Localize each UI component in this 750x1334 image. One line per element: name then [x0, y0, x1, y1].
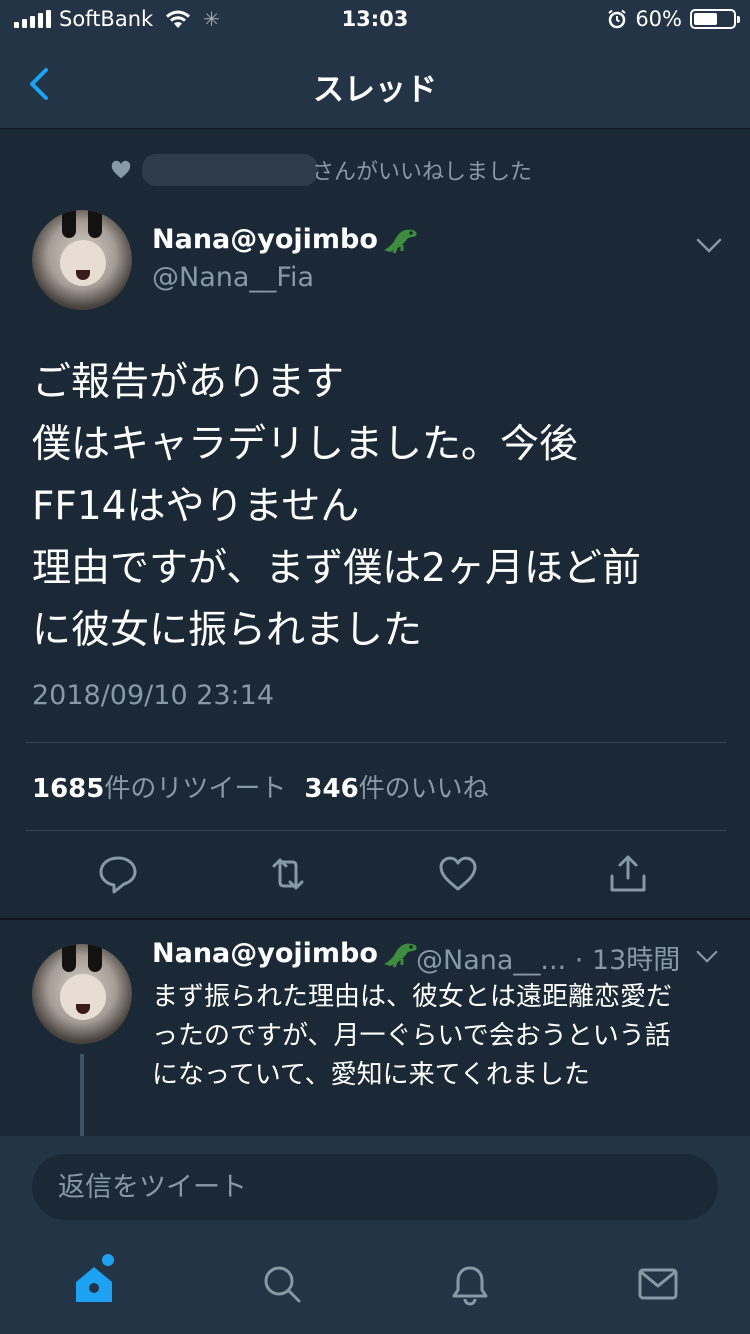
section-separator: [0, 918, 750, 920]
status-bar: SoftBank ✳ 13:03 60%: [0, 0, 750, 40]
chevron-down-icon[interactable]: [696, 238, 722, 254]
home-icon[interactable]: [72, 1262, 116, 1306]
tweet-actions: [0, 846, 750, 906]
search-icon[interactable]: [260, 1262, 304, 1306]
chevron-down-icon[interactable]: [696, 950, 718, 964]
social-context[interactable]: さんがいいねしました: [110, 152, 532, 188]
tweet-line: 僕はキャラデリしました。今後: [32, 422, 579, 467]
tweet-line: FF14はやりません: [32, 484, 360, 529]
tweet-line: に彼女に振られました: [32, 608, 423, 653]
tweet-line: ご報告があります: [32, 360, 345, 405]
tweet-timestamp: 2018/09/10 23:14: [32, 680, 275, 711]
bell-icon[interactable]: [448, 1262, 492, 1306]
reply-handle[interactable]: @Nana__...: [416, 945, 566, 976]
retweet-icon[interactable]: [266, 852, 310, 896]
avatar[interactable]: [32, 210, 132, 310]
reply-input[interactable]: [32, 1154, 718, 1220]
reply-line: まず振られた理由は、彼女とは遠距離恋愛だ: [152, 982, 673, 1012]
like-stat[interactable]: 346件のいいね: [304, 774, 488, 804]
page-title: スレッド: [313, 72, 437, 108]
retweet-stat[interactable]: 1685件のリツイート: [32, 774, 286, 804]
tweet-stats: 1685件のリツイート 346件のいいね: [32, 768, 489, 805]
tweet-line: 理由ですが、まず僕は2ヶ月ほど前: [32, 546, 642, 591]
author-name[interactable]: Nana@yojimbo: [152, 224, 422, 255]
comment-icon[interactable]: [96, 852, 140, 896]
share-icon[interactable]: [606, 852, 650, 896]
reply-time: · 13時間: [574, 945, 681, 976]
reply-line: ったのですが、月一ぐらいで会おうという話: [152, 1021, 671, 1051]
reply-meta: @Nana__... · 13時間: [416, 938, 680, 977]
alarm-icon: [608, 9, 626, 29]
author-handle[interactable]: @Nana__Fia: [152, 262, 314, 293]
battery-icon: [690, 9, 740, 29]
crocodile-emoji-icon: [383, 229, 417, 254]
reply-text: まず振られた理由は、彼女とは遠距離恋愛だ ったのですが、月一ぐらいで会おうという…: [152, 978, 722, 1095]
divider: [26, 742, 726, 743]
new-content-dot: [102, 1254, 114, 1266]
tab-bar: [0, 1232, 750, 1334]
reply-author-name[interactable]: Nana@yojimbo: [152, 938, 422, 969]
reply-avatar[interactable]: [32, 944, 132, 1044]
thread-connector: [80, 1054, 84, 1138]
tweet-text: ご報告があります 僕はキャラデリしました。今後 FF14はやりません 理由ですが…: [32, 352, 732, 662]
redacted-username: [142, 154, 318, 186]
battery-percent: 60%: [635, 7, 682, 31]
envelope-icon[interactable]: [636, 1262, 680, 1306]
divider: [26, 830, 726, 831]
reply-line: になっていて、愛知に来てくれました: [152, 1060, 590, 1090]
heart-icon: [111, 160, 131, 179]
heart-icon[interactable]: [436, 852, 480, 896]
social-context-text: さんがいいねしました: [312, 160, 533, 185]
reply-composer: [0, 1136, 750, 1232]
navigation-bar: スレッド: [0, 40, 750, 129]
